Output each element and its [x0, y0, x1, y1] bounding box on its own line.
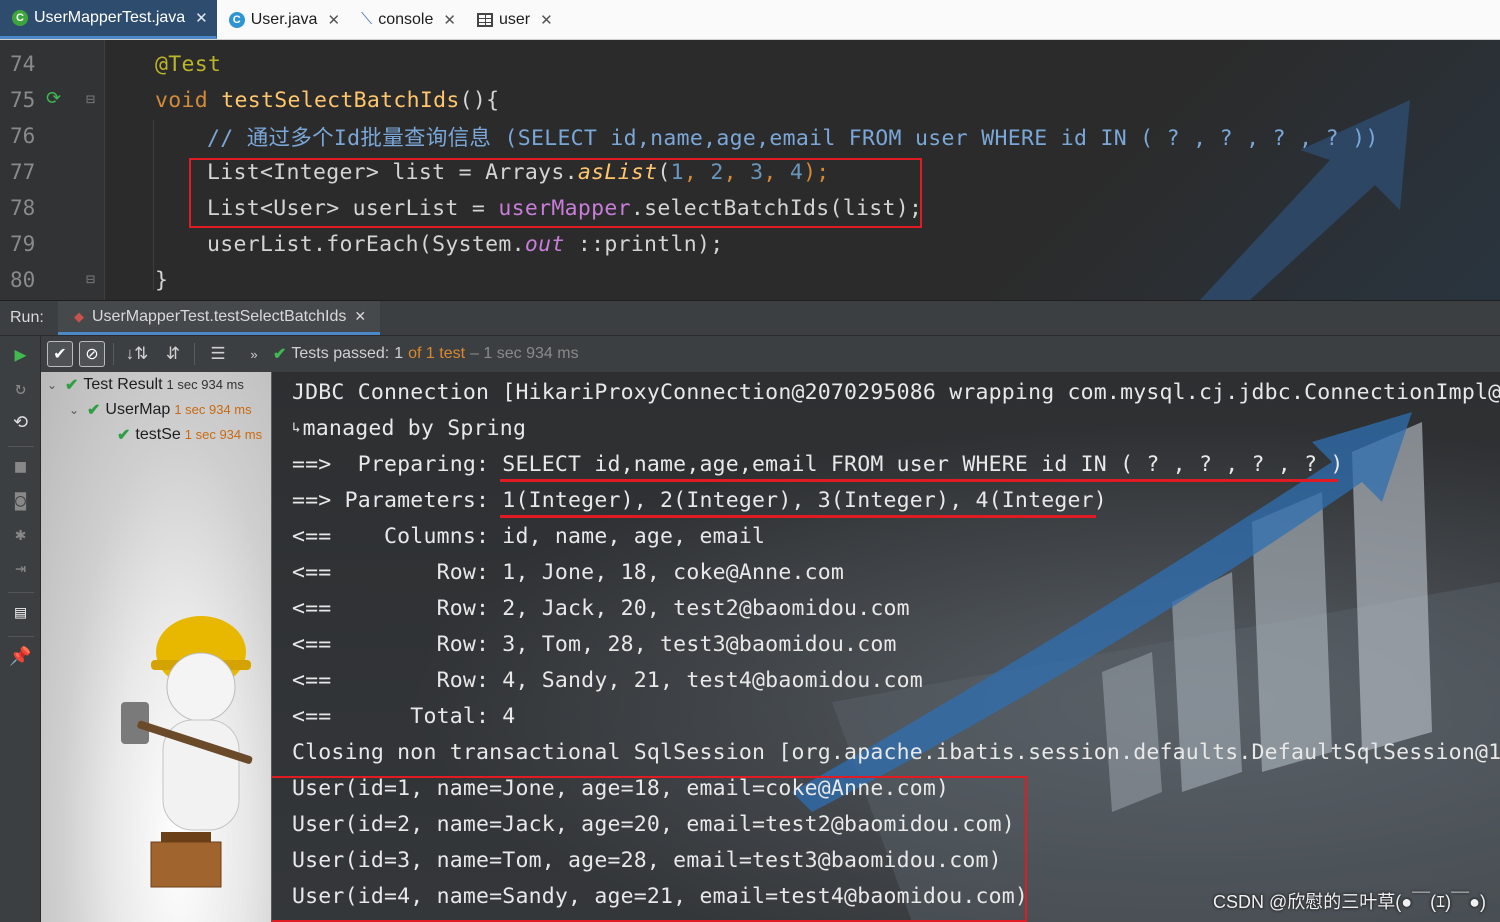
close-icon[interactable]: ✕ [540, 11, 553, 29]
wrap-icon: ↳ [292, 420, 301, 436]
table-icon [476, 12, 493, 27]
console-line: <== Total: 4 [292, 703, 516, 729]
watermark-text: CSDN @欣慰的三叶草(●￣(ｴ)￣●) [1213, 892, 1486, 912]
tree-item-time: 1 sec 934 ms [166, 377, 244, 392]
code-line-79: 79 userList.forEach(System.out ::println… [0, 226, 1500, 262]
console-line: ==> Parameters: 1(Integer), 2(Integer), … [292, 487, 1107, 513]
stop-icon[interactable]: ■ [0, 456, 41, 477]
close-icon[interactable]: ✕ [195, 9, 208, 27]
run-config-tab[interactable]: ◆ UserMapperTest.testSelectBatchIds ✕ [58, 301, 381, 335]
tree-item-label: UserMap [105, 400, 171, 418]
tab-console[interactable]: ⟍ console ✕ [349, 0, 465, 39]
passed-icon: ✔ [273, 346, 287, 363]
console-line: <== Row: 3, Tom, 28, test3@baomidou.com [292, 631, 897, 657]
console-line: ↳ managed by Spring [292, 415, 527, 441]
run-tab-label: UserMapperTest.testSelectBatchIds [92, 307, 347, 325]
code-text: } [155, 267, 169, 293]
line-number: 77 [10, 160, 36, 184]
line-number: 79 [10, 232, 36, 256]
expand-all-icon[interactable]: ☰ [205, 344, 231, 364]
code-editor[interactable]: 74 @Test 75 ⟳ ⊟ void testSelectBatchIds(… [0, 40, 1500, 300]
highlight-box [272, 776, 1027, 922]
code-line-75: 75 ⟳ ⊟ void testSelectBatchIds(){ [0, 82, 1500, 118]
exit-icon[interactable]: ⇥ [0, 558, 41, 579]
tree-item-time: 1 sec 934 ms [174, 402, 252, 417]
run-side-toolbar: ▶ ↻ ⟲ ■ ◙ ✱ ⇥ ▤ 📌 [0, 336, 41, 922]
console-output[interactable]: JDBC Connection [HikariProxyConnection@2… [272, 372, 1500, 922]
tab-usermappertest[interactable]: C UserMapperTest.java ✕ [0, 0, 217, 39]
tab-label: console [378, 10, 434, 28]
tab-user-java[interactable]: C User.java ✕ [217, 0, 349, 39]
console-line: JDBC Connection [HikariProxyConnection@2… [292, 379, 1500, 405]
toggle-auto-test-icon[interactable]: ⟲ [0, 412, 41, 433]
chevron-down-icon[interactable]: ⌄ [47, 378, 65, 392]
tree-item-test-result[interactable]: ⌄ ✔ Test Result 1 sec 934 ms [47, 372, 244, 397]
test-results-tree[interactable]: ⌄ ✔ Test Result 1 sec 934 ms ⌄ ✔ UserMap… [41, 372, 272, 922]
code-text: userList.forEach(System.out ::println); [207, 231, 724, 257]
code-line-74: 74 @Test [0, 46, 1500, 82]
show-ignored-icon[interactable]: ⊘ [79, 341, 105, 367]
code-text: void testSelectBatchIds(){ [155, 87, 500, 113]
rerun-icon[interactable]: ▶ [0, 342, 41, 366]
tree-item-label: Test Result [83, 375, 163, 393]
sort-alpha-icon[interactable]: ↓⇅ [124, 344, 150, 364]
class-icon: C [228, 11, 245, 28]
settings-icon[interactable]: ✱ [0, 524, 41, 545]
pin-icon[interactable]: 📌 [0, 646, 41, 667]
tree-item-label: testSe [135, 425, 181, 443]
console-line: <== Columns: id, name, age, email [292, 523, 766, 549]
close-icon[interactable]: ✕ [354, 308, 366, 325]
code-comment: // 通过多个Id批量查询信息 (SELECT id,name,age,emai… [207, 125, 1379, 151]
console-line: Closing non transactional SqlSession [or… [292, 739, 1500, 765]
console-line: <== Row: 2, Jack, 20, test2@baomidou.com [292, 595, 910, 621]
tree-item-time: 1 sec 934 ms [184, 427, 263, 442]
line-number: 75 [10, 88, 36, 112]
tree-item-class[interactable]: ⌄ ✔ UserMap 1 sec 934 ms [69, 397, 252, 422]
camera-icon[interactable]: ◙ [0, 490, 41, 511]
class-green-icon: C [12, 10, 28, 26]
editor-tab-bar: C UserMapperTest.java ✕ C User.java ✕ ⟍ … [0, 0, 1500, 40]
test-status: ✔ Tests passed: 1 of 1 test – 1 sec 934 … [273, 345, 579, 363]
code-line-80: 80 ⊟ } [0, 262, 1500, 298]
sort-duration-icon[interactable]: ⇵ [160, 344, 186, 364]
run-label: Run: [10, 309, 44, 326]
console-line: <== Row: 1, Jone, 18, coke@Anne.com [292, 559, 845, 585]
highlight-underline [500, 515, 1096, 518]
line-number: 78 [10, 196, 36, 220]
console-icon: ⟍ [361, 10, 373, 28]
show-passed-icon[interactable]: ✔ [47, 341, 73, 367]
console-line: <== Row: 4, Sandy, 21, test4@baomidou.co… [292, 667, 923, 693]
passed-icon: ✔ [117, 426, 131, 444]
tab-label: UserMapperTest.java [34, 9, 186, 26]
test-config-icon: ◆ [74, 308, 84, 324]
fold-icon[interactable]: ⊟ [86, 90, 95, 108]
more-icon[interactable]: » [241, 347, 267, 362]
test-toolbar: ✔ ⊘ ↓⇅ ⇵ ☰ » ✔ Tests passed: 1 of 1 test… [41, 336, 1500, 372]
highlight-underline [500, 479, 1338, 482]
line-number: 74 [10, 52, 36, 76]
run-test-icon[interactable]: ⟳ [46, 88, 61, 109]
tab-label: user [498, 10, 531, 28]
code-line-76: 76 // 通过多个Id批量查询信息 (SELECT id,name,age,e… [0, 118, 1500, 154]
run-tool-window-header: Run: ◆ UserMapperTest.testSelectBatchIds… [0, 300, 1500, 336]
line-number: 76 [10, 124, 36, 148]
code-text: @Test [155, 51, 222, 77]
fold-icon[interactable]: ⊟ [86, 270, 95, 288]
decorative-worker-image [121, 616, 253, 888]
run-panel: ▶ ↻ ⟲ ■ ◙ ✱ ⇥ ▤ 📌 ✔ ⊘ ↓⇅ ⇵ ☰ » ✔ Tests p… [0, 336, 1500, 922]
close-icon[interactable]: ✕ [443, 11, 456, 29]
tab-user-table[interactable]: user ✕ [465, 0, 562, 39]
passed-icon: ✔ [87, 401, 101, 419]
tree-item-method[interactable]: ✔ testSe 1 sec 934 ms [117, 422, 262, 447]
chevron-down-icon[interactable]: ⌄ [69, 403, 87, 417]
tab-label: User.java [250, 10, 318, 28]
passed-icon: ✔ [65, 376, 79, 394]
layout-icon[interactable]: ▤ [0, 602, 41, 623]
console-line: ==> Preparing: SELECT id,name,age,email … [292, 451, 1344, 477]
close-icon[interactable]: ✕ [327, 11, 340, 29]
rerun-failed-icon[interactable]: ↻ [0, 378, 41, 399]
highlight-box [189, 158, 922, 228]
line-number: 80 [10, 268, 36, 292]
